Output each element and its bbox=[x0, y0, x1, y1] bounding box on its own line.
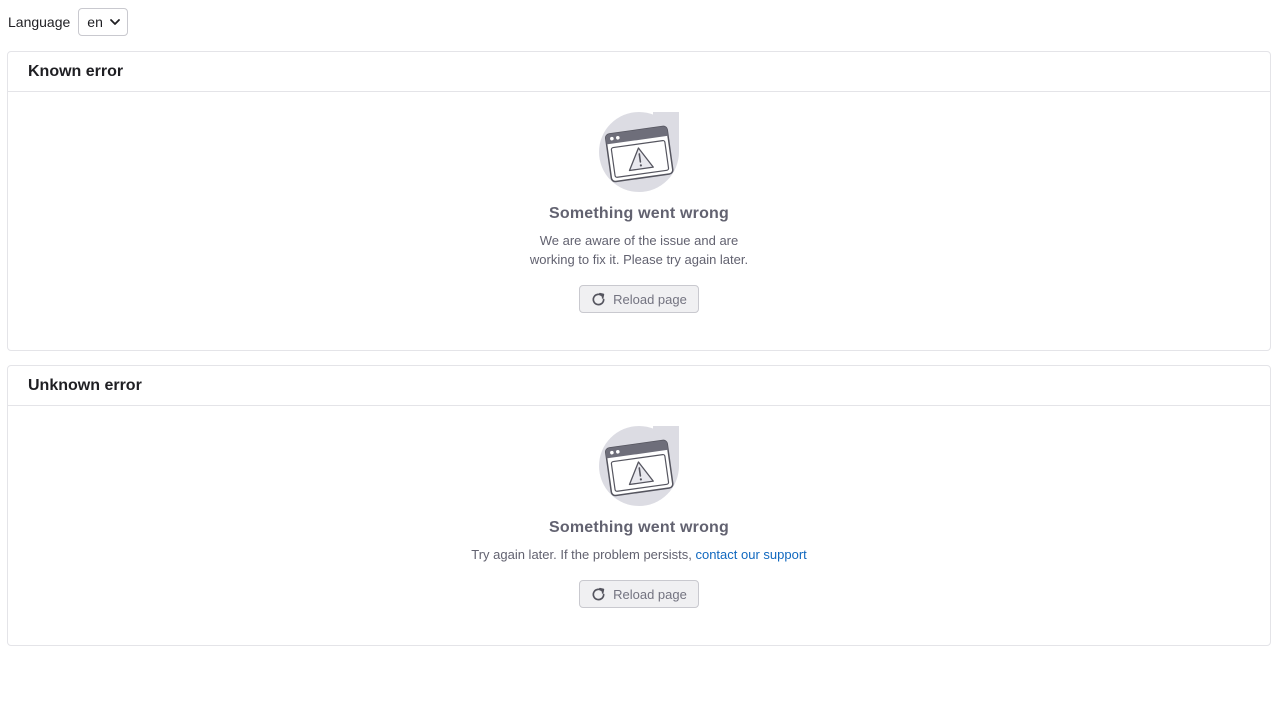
reload-page-label: Reload page bbox=[613, 291, 687, 307]
chevron-down-icon bbox=[109, 16, 121, 28]
browser-warning-icon bbox=[599, 112, 679, 192]
contact-support-link[interactable]: contact our support bbox=[695, 547, 806, 562]
panel-title: Known error bbox=[8, 52, 1270, 92]
language-select-value: en bbox=[87, 14, 103, 30]
empty-state: Something went wrong Try again later. If… bbox=[8, 406, 1270, 608]
language-select[interactable]: en bbox=[78, 8, 128, 36]
language-bar: Language en bbox=[8, 8, 128, 36]
reload-icon bbox=[591, 292, 606, 307]
empty-state-description: Try again later. If the problem persists… bbox=[471, 545, 807, 564]
language-label: Language bbox=[8, 14, 71, 30]
reload-icon bbox=[591, 587, 606, 602]
reload-page-button[interactable]: Reload page bbox=[579, 580, 699, 608]
empty-state: Something went wrong We are aware of the… bbox=[8, 92, 1270, 313]
empty-state-title: Something went wrong bbox=[549, 519, 729, 536]
empty-state-title: Something went wrong bbox=[549, 205, 729, 222]
description-line: working to fix it. Please try again late… bbox=[529, 252, 749, 267]
known-error-panel: Known error Something went wrong We are … bbox=[7, 51, 1271, 351]
description-line: We are aware of the issue and are bbox=[539, 233, 739, 248]
unknown-error-panel: Unknown error Something went wrong Try a… bbox=[7, 365, 1271, 646]
panel-title: Unknown error bbox=[8, 366, 1270, 406]
description-text: Try again later. If the problem persists… bbox=[471, 547, 696, 562]
reload-page-button[interactable]: Reload page bbox=[579, 285, 699, 313]
reload-page-label: Reload page bbox=[613, 586, 687, 602]
empty-state-description: We are aware of the issue and are workin… bbox=[530, 231, 748, 269]
browser-warning-icon bbox=[599, 426, 679, 506]
